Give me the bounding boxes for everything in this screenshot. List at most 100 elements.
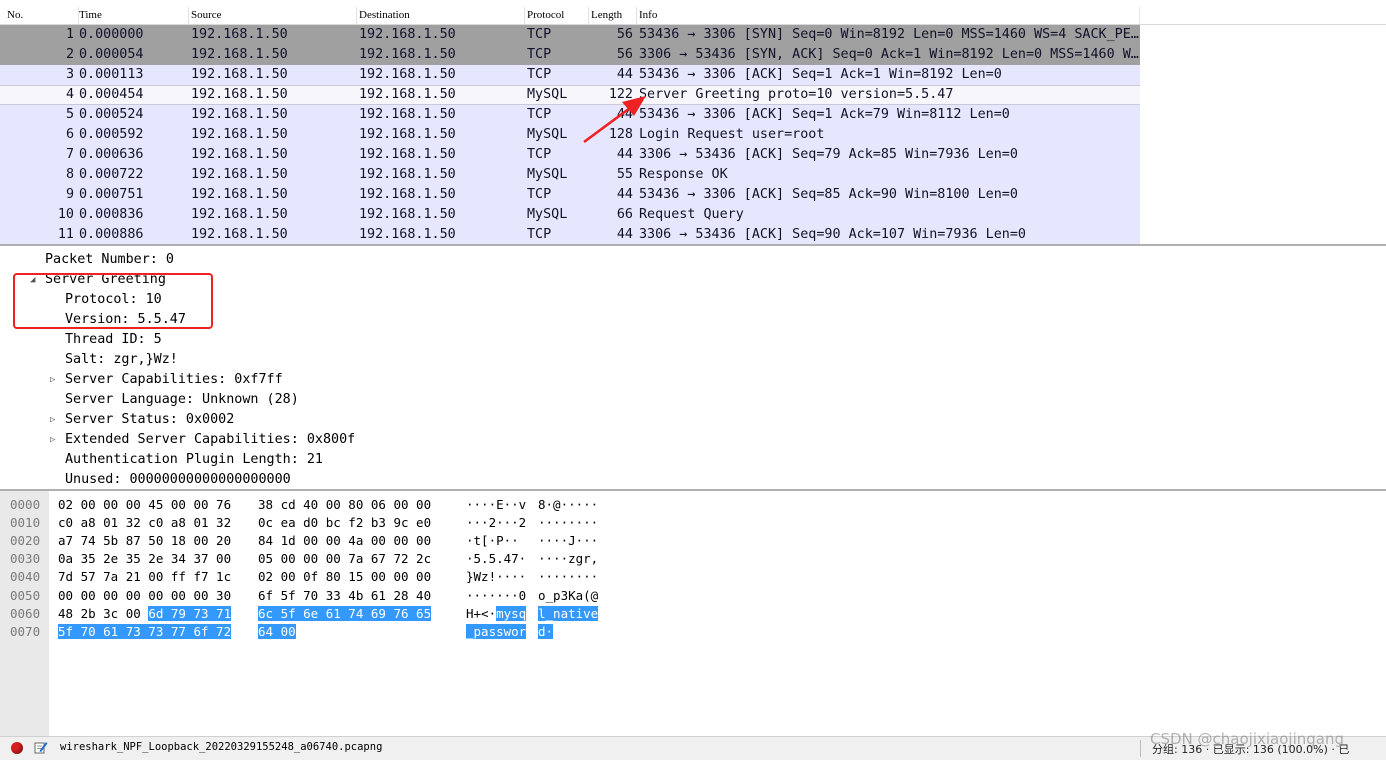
tree-expand-icon[interactable]: ▷	[50, 410, 55, 430]
ascii-bytes-group[interactable]: o_p3Ka(@	[538, 587, 598, 605]
ascii-bytes-group[interactable]: _passwor	[466, 623, 527, 641]
tree-expand-icon[interactable]: ▷	[50, 430, 55, 450]
packet-row[interactable]: 7 0.000636 192.168.1.50 192.168.1.50 TCP 44 33…	[0, 145, 1140, 165]
packet-row[interactable]: 9 0.000751 192.168.1.50 192.168.1.50 TCP 44 53…	[0, 185, 1140, 205]
hex-bytes: 02 00 0f 80 15 00 00 00	[258, 569, 432, 585]
detail-tree-item[interactable]: Authentication Plugin Length: 21	[65, 450, 323, 470]
cell-destination: 192.168.1.50	[359, 167, 456, 182]
detail-tree-item[interactable]: Server Language: Unknown (28)	[65, 390, 299, 410]
hex-bytes-group[interactable]: 6f 5f 70 33 4b 61 28 40	[258, 587, 431, 605]
hex-bytes-group[interactable]: 5f 70 61 73 73 77 6f 72	[58, 623, 232, 641]
column-header-no[interactable]: No.	[4, 7, 79, 24]
packet-row[interactable]: 6 0.000592 192.168.1.50 192.168.1.50 MySQL 12…	[0, 125, 1140, 145]
cell-source: 192.168.1.50	[191, 47, 288, 62]
cell-info: Response OK	[639, 167, 728, 182]
ascii-bytes: ·······0	[466, 587, 527, 603]
cell-protocol: TCP	[527, 147, 552, 162]
ascii-bytes: o_p3Ka(@	[538, 587, 599, 603]
hex-bytes-group[interactable]: 6c 5f 6e 61 74 69 76 65	[258, 605, 432, 623]
ascii-bytes-group[interactable]: ·t[·P··	[466, 532, 526, 550]
cell-protocol: TCP	[527, 107, 552, 122]
cell-source: 192.168.1.50	[191, 167, 288, 182]
hex-bytes-group[interactable]: a7 74 5b 87 50 18 00 20	[58, 532, 231, 550]
hex-bytes-group[interactable]: 02 00 00 00 45 00 00 76	[58, 496, 231, 514]
ascii-bytes-group[interactable]: ····zgr,	[538, 550, 598, 568]
hex-bytes-group[interactable]: 05 00 00 00 7a 67 72 2c	[258, 550, 431, 568]
ascii-bytes-group[interactable]: ········	[538, 568, 598, 586]
cell-time: 0.000886	[79, 227, 144, 242]
detail-tree-item[interactable]: Server Status: 0x0002	[65, 410, 234, 430]
cell-source: 192.168.1.50	[191, 27, 288, 42]
detail-tree-item[interactable]: Server Capabilities: 0xf7ff	[65, 370, 283, 390]
cell-info: 53436 → 3306 [ACK] Seq=1 Ack=1 Win=8192 …	[639, 67, 1002, 82]
detail-tree-item[interactable]: Thread ID: 5	[65, 330, 162, 350]
column-header-source[interactable]: Source	[188, 7, 357, 24]
hex-bytes-group[interactable]: 7d 57 7a 21 00 ff f7 1c	[58, 568, 231, 586]
column-header-time[interactable]: Time	[76, 7, 189, 24]
hex-bytes-group[interactable]: 48 2b 3c 00 6d 79 73 71	[58, 605, 232, 623]
hex-bytes-group[interactable]: 84 1d 00 00 4a 00 00 00	[258, 532, 431, 550]
cell-protocol: TCP	[527, 27, 552, 42]
packet-counts: 分组: 136 · 已显示: 136 (100.0%) · 已	[1152, 743, 1350, 756]
ascii-bytes-group[interactable]: ···2···2	[466, 514, 526, 532]
hex-bytes: a7 74 5b 87 50 18 00 20	[58, 533, 232, 549]
ascii-bytes-group[interactable]: l_native	[538, 605, 599, 623]
hex-bytes-group[interactable]: 0a 35 2e 35 2e 34 37 00	[58, 550, 231, 568]
cell-source: 192.168.1.50	[191, 207, 288, 222]
packet-list-pane[interactable]: No. Time Source Destination Protocol Len…	[0, 0, 1386, 245]
hex-bytes-group[interactable]: 64 00	[258, 623, 296, 641]
hex-bytes-group[interactable]: 0c ea d0 bc f2 b3 9c e0	[258, 514, 431, 532]
cell-protocol: MySQL	[527, 207, 568, 222]
ascii-bytes-selected: mysq	[496, 605, 527, 621]
packet-row[interactable]: 4 0.000454 192.168.1.50 192.168.1.50 MySQL 12…	[0, 85, 1140, 105]
packet-row[interactable]: 2 0.000054 192.168.1.50 192.168.1.50 TCP 56 33…	[0, 45, 1140, 65]
packet-row[interactable]: 8 0.000722 192.168.1.50 192.168.1.50 MySQL 55…	[0, 165, 1140, 185]
expert-info-icon[interactable]	[11, 742, 23, 754]
column-header-length[interactable]: Length	[588, 7, 637, 24]
ascii-bytes-group[interactable]: ·······0	[466, 587, 526, 605]
column-header-destination[interactable]: Destination	[356, 7, 525, 24]
cell-no: 4	[65, 87, 74, 102]
detail-tree-item[interactable]: Extended Server Capabilities: 0x800f	[65, 430, 355, 450]
hex-bytes-group[interactable]: c0 a8 01 32 c0 a8 01 32	[58, 514, 231, 532]
packet-row[interactable]: 3 0.000113 192.168.1.50 192.168.1.50 TCP 44 53…	[0, 65, 1140, 85]
packet-row[interactable]: 1 0.000000 192.168.1.50 192.168.1.50 TCP 56 53…	[0, 25, 1140, 45]
capture-comment-icon[interactable]	[34, 740, 48, 754]
ascii-bytes-group[interactable]: d·	[538, 623, 554, 641]
tree-expand-icon[interactable]: ▷	[50, 370, 55, 390]
packet-row[interactable]: 10 0.000836 192.168.1.50 192.168.1.50 MySQL 6…	[0, 205, 1140, 225]
cell-time: 0.000722	[79, 167, 144, 182]
hex-offset: 0070	[10, 623, 41, 639]
hex-offset: 0030	[10, 551, 41, 567]
hex-bytes: 6f 5f 70 33 4b 61 28 40	[258, 587, 432, 603]
cell-info: Server Greeting proto=10 version=5.5.47	[639, 87, 954, 102]
hex-bytes-group[interactable]: 00 00 00 00 00 00 00 30	[58, 587, 231, 605]
cell-source: 192.168.1.50	[191, 107, 288, 122]
ascii-bytes: ····zgr,	[538, 551, 599, 567]
cell-no: 5	[65, 107, 74, 122]
ascii-bytes-group[interactable]: }Wz!····	[466, 568, 526, 586]
detail-tree-item[interactable]: Unused: 00000000000000000000	[65, 470, 291, 490]
column-header-info[interactable]: Info	[636, 7, 1140, 24]
cell-info: 3306 → 53436 [ACK] Seq=90 Ack=107 Win=79…	[639, 227, 1026, 242]
detail-tree-item[interactable]: Packet Number: 0	[45, 250, 174, 270]
detail-tree-item[interactable]: Salt: zgr,}Wz!	[65, 350, 178, 370]
column-header-protocol[interactable]: Protocol	[524, 7, 589, 24]
ascii-bytes-group[interactable]: ····J···	[538, 532, 598, 550]
annotation-highlight-box	[13, 273, 213, 329]
ascii-bytes-group[interactable]: ·5.5.47·	[466, 550, 526, 568]
cell-info: 53436 → 3306 [ACK] Seq=85 Ack=90 Win=810…	[639, 187, 1018, 202]
hex-bytes: 0c ea d0 bc f2 b3 9c e0	[258, 515, 432, 531]
cell-destination: 192.168.1.50	[359, 127, 456, 142]
packet-row[interactable]: 11 0.000886 192.168.1.50 192.168.1.50 TCP 44 3…	[0, 225, 1140, 245]
cell-no: 3	[65, 67, 74, 82]
ascii-bytes-group[interactable]: H+<·mysq	[466, 605, 527, 623]
ascii-bytes-group[interactable]: ····E··v	[466, 496, 526, 514]
hex-bytes-group[interactable]: 38 cd 40 00 80 06 00 00	[258, 496, 431, 514]
hex-bytes-group[interactable]: 02 00 0f 80 15 00 00 00	[258, 568, 431, 586]
ascii-bytes-group[interactable]: ········	[538, 514, 598, 532]
packet-row[interactable]: 5 0.000524 192.168.1.50 192.168.1.50 TCP 44 53…	[0, 105, 1140, 125]
ascii-bytes-group[interactable]: 8·@·····	[538, 496, 598, 514]
packet-bytes-pane[interactable]: 0000 02 00 00 00 45 00 00 76 38 cd 40 00 8…	[0, 491, 1386, 736]
ascii-bytes: ···2···2	[466, 515, 527, 531]
